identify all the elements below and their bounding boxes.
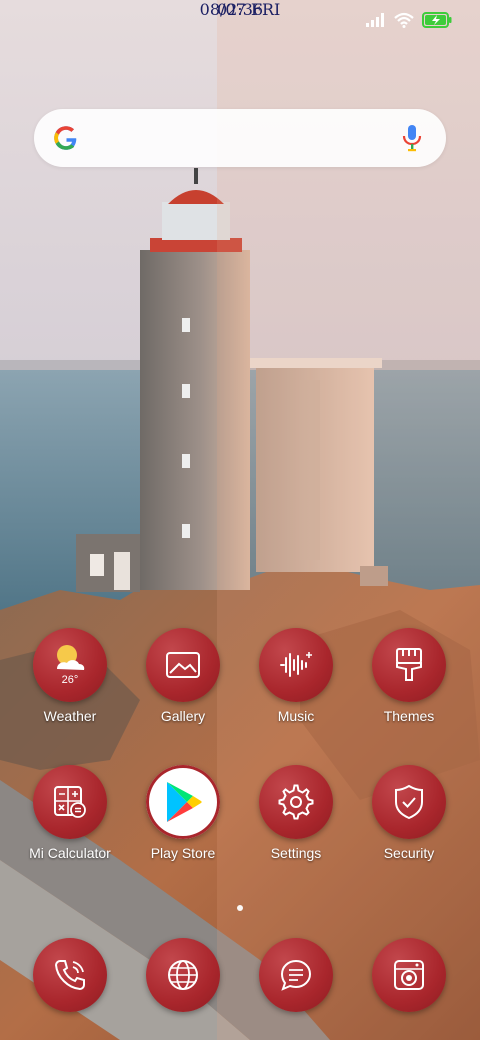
play-store-icon (167, 782, 202, 822)
app-play-store[interactable]: Play Store (127, 765, 239, 861)
phone-icon (54, 960, 85, 991)
dock-browser[interactable] (127, 938, 239, 1012)
home-screen: 02:36 08/07 FRI 26° Weather Gallery Musi… (0, 0, 480, 1040)
shield-check-icon (395, 784, 423, 820)
app-icon-gallery (146, 628, 220, 702)
app-label: Weather (43, 708, 97, 724)
app-themes[interactable]: Themes (353, 628, 465, 724)
dock-icon-phone (33, 938, 107, 1012)
dock-icon-browser (146, 938, 220, 1012)
gallery-icon (166, 652, 200, 678)
google-logo (50, 122, 82, 154)
globe-icon (168, 960, 198, 990)
app-icon-music (259, 628, 333, 702)
page-dot-active[interactable] (237, 905, 243, 911)
app-label: Themes (383, 708, 435, 724)
app-icon-calculator (33, 765, 107, 839)
brush-icon (396, 648, 422, 681)
chat-icon (280, 959, 312, 991)
dock-icon-messaging (259, 938, 333, 1012)
gear-icon (278, 784, 314, 820)
app-icon-settings (259, 765, 333, 839)
dock-camera[interactable] (353, 938, 465, 1012)
app-music[interactable]: Music (240, 628, 352, 724)
app-weather[interactable]: 26° Weather (14, 628, 126, 724)
app-icon-security (372, 765, 446, 839)
app-label: Settings (270, 845, 322, 861)
app-mi-calculator[interactable]: Mi Calculator (14, 765, 126, 861)
dock-phone[interactable] (14, 938, 126, 1012)
weather-icon (57, 645, 85, 671)
app-label: Gallery (160, 708, 206, 724)
calculator-icon (54, 786, 86, 818)
app-gallery[interactable]: Gallery (127, 628, 239, 724)
app-label: Play Store (150, 845, 216, 861)
app-security[interactable]: Security (353, 765, 465, 861)
app-icon-weather: 26° (33, 628, 107, 702)
dock-icon-camera (372, 938, 446, 1012)
dock-messaging[interactable] (240, 938, 352, 1012)
app-settings[interactable]: Settings (240, 765, 352, 861)
music-icon (280, 652, 312, 677)
app-label: Mi Calculator (29, 845, 111, 861)
page-indicator (0, 898, 480, 916)
google-search-bar[interactable] (34, 109, 446, 167)
app-icon-play-store (146, 765, 220, 839)
weather-temperature: 26° (61, 674, 79, 686)
clock-date: 08/07 FRI (199, 0, 281, 19)
app-label: Security (383, 845, 435, 861)
mic-icon[interactable] (402, 124, 422, 152)
app-label: Music (277, 708, 315, 724)
app-icon-themes (372, 628, 446, 702)
camera-icon (394, 960, 424, 990)
